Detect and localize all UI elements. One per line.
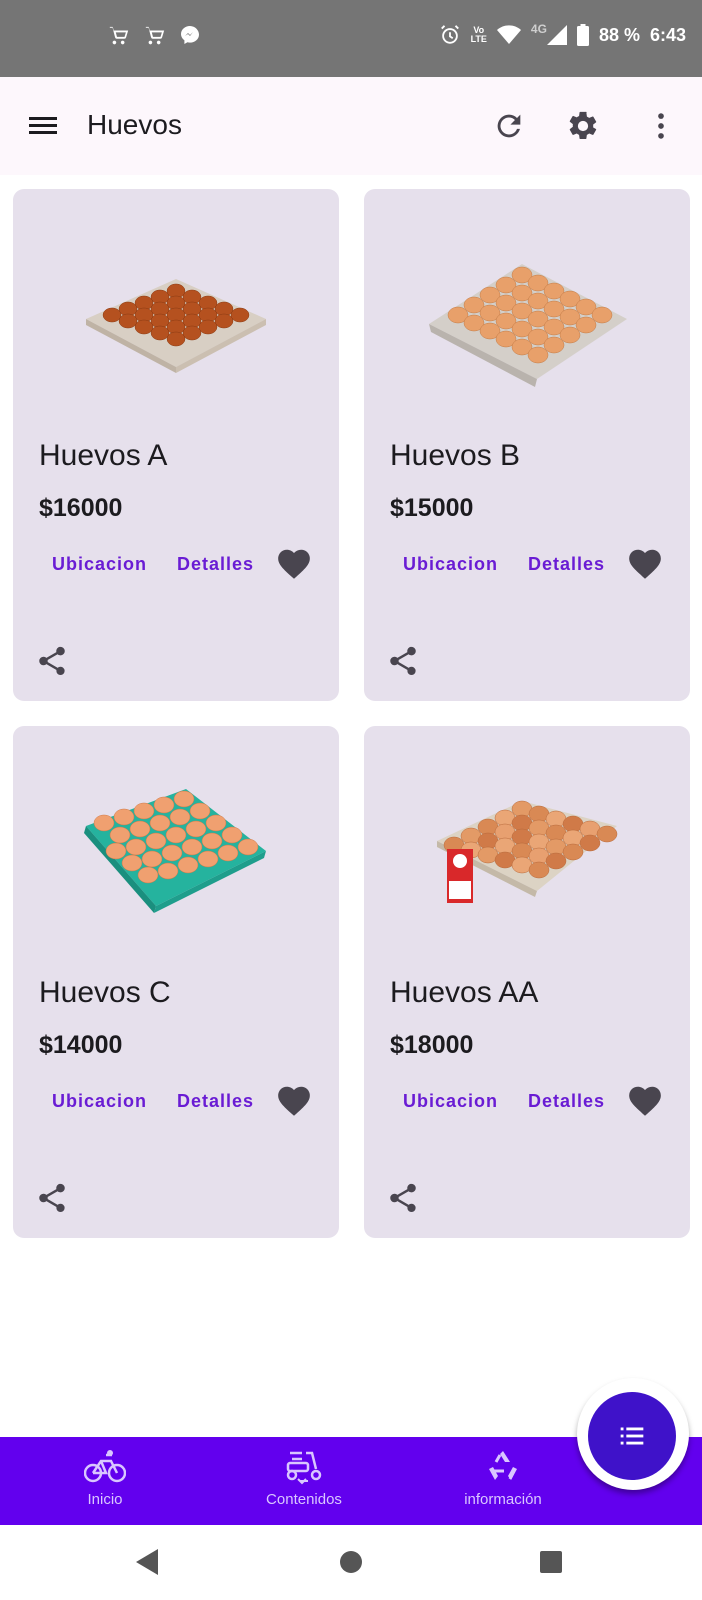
favorite-heart-icon[interactable] [275, 1082, 313, 1120]
back-icon[interactable] [136, 1549, 160, 1575]
egg-tray-image [429, 264, 627, 387]
location-button[interactable]: Ubicacion [403, 554, 498, 575]
product-price: $15000 [390, 494, 474, 522]
list-fab-button[interactable] [588, 1392, 676, 1480]
settings-icon[interactable] [566, 109, 600, 143]
product-price: $16000 [39, 494, 123, 522]
messenger-icon [181, 26, 199, 44]
screen: Vo LTE 4G 88 % 6:43 Huevos Huevos A $160… [0, 0, 702, 1600]
product-name: Huevos AA [390, 976, 539, 1009]
egg-tray-image [86, 279, 266, 373]
product-name: Huevos C [39, 976, 171, 1009]
product-image [364, 726, 690, 966]
location-button[interactable]: Ubicacion [52, 1091, 147, 1112]
product-card[interactable]: Huevos AA $18000 Ubicacion Detalles [364, 726, 690, 1238]
details-button[interactable]: Detalles [177, 554, 254, 575]
refresh-icon[interactable] [492, 109, 526, 143]
battery-percent: 88 % [598, 24, 640, 45]
product-card[interactable]: Huevos B $15000 Ubicacion Detalles [364, 189, 690, 701]
recycle-icon [489, 1451, 517, 1480]
shopping-cart-icon [145, 26, 165, 45]
favorite-heart-icon[interactable] [275, 545, 313, 583]
signal-icon [546, 25, 567, 45]
favorite-heart-icon[interactable] [626, 1082, 664, 1120]
product-image [364, 189, 690, 429]
system-navigation-bar [0, 1525, 702, 1600]
network-type-label: 4G [530, 22, 547, 36]
product-name: Huevos A [39, 439, 168, 472]
bicycle-icon [84, 1450, 126, 1483]
nav-item-contenidos[interactable]: Contenidos [244, 1449, 364, 1508]
share-icon[interactable] [35, 1181, 69, 1215]
nav-label: información [464, 1491, 542, 1508]
status-left [108, 25, 200, 47]
volte-icon: Vo LTE [470, 25, 487, 44]
product-image [13, 726, 339, 966]
product-image [13, 189, 339, 429]
favorite-heart-icon[interactable] [626, 545, 664, 583]
list-icon [620, 1427, 644, 1445]
scooter-icon [286, 1451, 322, 1485]
nav-label: Contenidos [266, 1491, 342, 1508]
clock: 6:43 [649, 24, 686, 45]
egg-tray-image [84, 789, 266, 913]
wifi-icon [496, 25, 521, 44]
home-icon[interactable] [340, 1551, 362, 1573]
product-card[interactable]: Huevos A $16000 Ubicacion Detalles [13, 189, 339, 701]
alarm-icon [440, 25, 459, 44]
menu-icon[interactable] [26, 111, 60, 141]
page-title: Huevos [87, 109, 182, 140]
shopping-cart-icon [109, 26, 129, 45]
location-button[interactable]: Ubicacion [403, 1091, 498, 1112]
egg-tray-image [437, 800, 618, 903]
nav-item-inicio[interactable]: Inicio [45, 1449, 165, 1508]
details-button[interactable]: Detalles [528, 554, 605, 575]
location-button[interactable]: Ubicacion [52, 554, 147, 575]
product-card[interactable]: Huevos C $14000 Ubicacion Detalles [13, 726, 339, 1238]
share-icon[interactable] [386, 1181, 420, 1215]
nav-item-informacion[interactable]: información [443, 1449, 563, 1508]
nav-label: Inicio [87, 1491, 123, 1508]
details-button[interactable]: Detalles [528, 1091, 605, 1112]
product-name: Huevos B [390, 439, 521, 472]
product-price: $18000 [390, 1031, 474, 1059]
top-app-bar: Huevos [0, 77, 702, 175]
share-icon[interactable] [386, 644, 420, 678]
battery-icon [576, 24, 589, 46]
more-vert-icon[interactable] [644, 109, 678, 143]
product-price: $14000 [39, 1031, 123, 1059]
status-bar: Vo LTE 4G 88 % 6:43 [0, 0, 702, 77]
share-icon[interactable] [35, 644, 69, 678]
recent-apps-icon[interactable] [540, 1551, 562, 1573]
status-right: Vo LTE 4G 88 % 6:43 [439, 22, 686, 46]
details-button[interactable]: Detalles [177, 1091, 254, 1112]
